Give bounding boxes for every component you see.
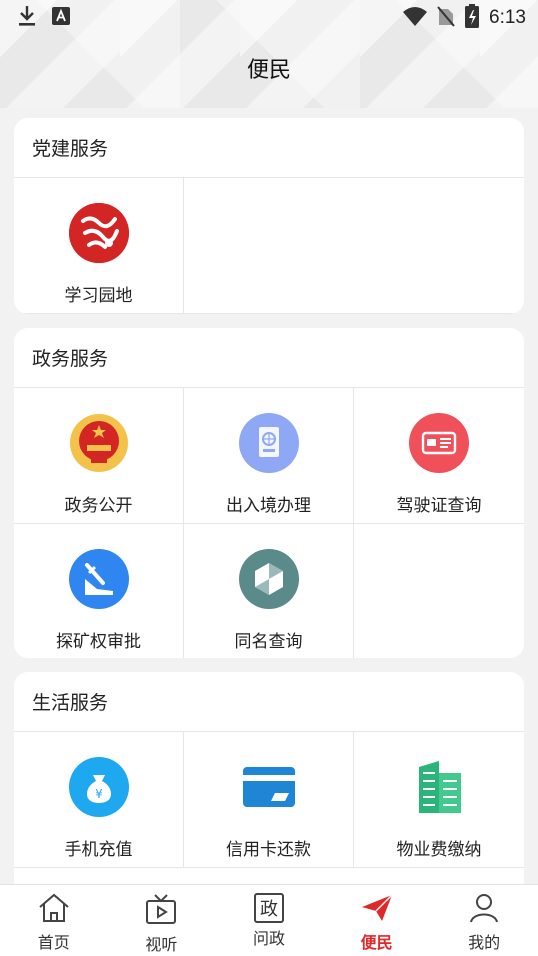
service-label: 手机充值 <box>64 840 133 860</box>
nav-label: 视听 <box>145 935 178 954</box>
service-label: 学习园地 <box>64 286 133 306</box>
download-icon <box>18 5 36 31</box>
nav-label: 首页 <box>37 933 70 952</box>
nav-item-bianmin[interactable]: 便民 <box>323 885 431 956</box>
party-service-card: 党建服务 学习园地 <box>14 118 524 314</box>
service-item-license[interactable]: 驾驶证查询 <box>354 388 524 524</box>
service-label: 驾驶证查询 <box>396 496 482 516</box>
section-title: 政务服务 <box>14 328 524 388</box>
service-label: 物业费缴纳 <box>396 840 482 860</box>
home-icon <box>37 893 71 927</box>
status-bar: 6:13 <box>0 0 538 36</box>
service-item-same-name[interactable]: 同名查询 <box>184 524 354 658</box>
service-label: 政务公开 <box>64 496 133 516</box>
service-item-immigration[interactable]: 出入境办理 <box>184 388 354 524</box>
nav-label: 便民 <box>360 933 393 952</box>
driving-license-icon <box>409 413 469 473</box>
svg-text:¥: ¥ <box>95 787 103 801</box>
zheng-icon: 政 <box>253 893 284 923</box>
life-service-card: 生活服务 ¥ 手机充值 信用卡还款 物业费缴纳 <box>14 672 524 912</box>
nav-label: 我的 <box>468 933 501 952</box>
service-label: 信用卡还款 <box>226 840 311 860</box>
page-title: 便民 <box>246 58 291 83</box>
service-label: 同名查询 <box>234 632 303 652</box>
empty-cell <box>354 524 524 658</box>
passport-icon <box>238 413 299 473</box>
section-title: 党建服务 <box>14 118 524 178</box>
no-sim-icon <box>437 5 455 31</box>
text-a-icon <box>52 7 70 29</box>
bottom-nav: 首页 视听 政 问政 便民 我的 <box>0 884 538 956</box>
service-label: 出入境办理 <box>226 496 311 516</box>
paper-plane-icon <box>360 893 394 927</box>
user-icon <box>467 893 501 927</box>
section-title: 生活服务 <box>14 672 524 732</box>
mining-icon <box>68 549 129 609</box>
xuexi-logo-icon <box>68 203 129 263</box>
battery-icon <box>465 4 480 32</box>
nav-label: 问政 <box>252 929 285 948</box>
service-item-phone-recharge[interactable]: ¥ 手机充值 <box>14 732 184 868</box>
service-item-credit-card[interactable]: 信用卡还款 <box>184 732 354 868</box>
nav-item-mine[interactable]: 我的 <box>430 885 538 956</box>
credit-card-icon <box>239 757 299 817</box>
same-name-search-icon <box>238 549 299 609</box>
national-emblem-icon <box>69 413 129 473</box>
service-item-gov-open[interactable]: 政务公开 <box>14 388 184 524</box>
service-item-xuexi[interactable]: 学习园地 <box>14 178 184 314</box>
wifi-icon <box>403 6 428 30</box>
nav-item-wenzheng[interactable]: 政 问政 <box>215 885 323 956</box>
status-time: 6:13 <box>489 7 526 28</box>
money-bag-icon: ¥ <box>68 757 129 817</box>
tv-icon <box>144 893 178 929</box>
empty-cell <box>354 178 524 314</box>
empty-cell <box>184 178 354 314</box>
building-icon <box>409 757 469 817</box>
nav-item-video[interactable]: 视听 <box>108 885 216 956</box>
service-label: 探矿权审批 <box>56 632 141 652</box>
government-service-card: 政务服务 政务公开 出入境办理 驾驶证查询 探矿权审批 同名查询 <box>14 328 524 658</box>
nav-item-home[interactable]: 首页 <box>0 885 108 956</box>
service-item-property-fee[interactable]: 物业费缴纳 <box>354 732 524 868</box>
service-item-mining[interactable]: 探矿权审批 <box>14 524 184 658</box>
